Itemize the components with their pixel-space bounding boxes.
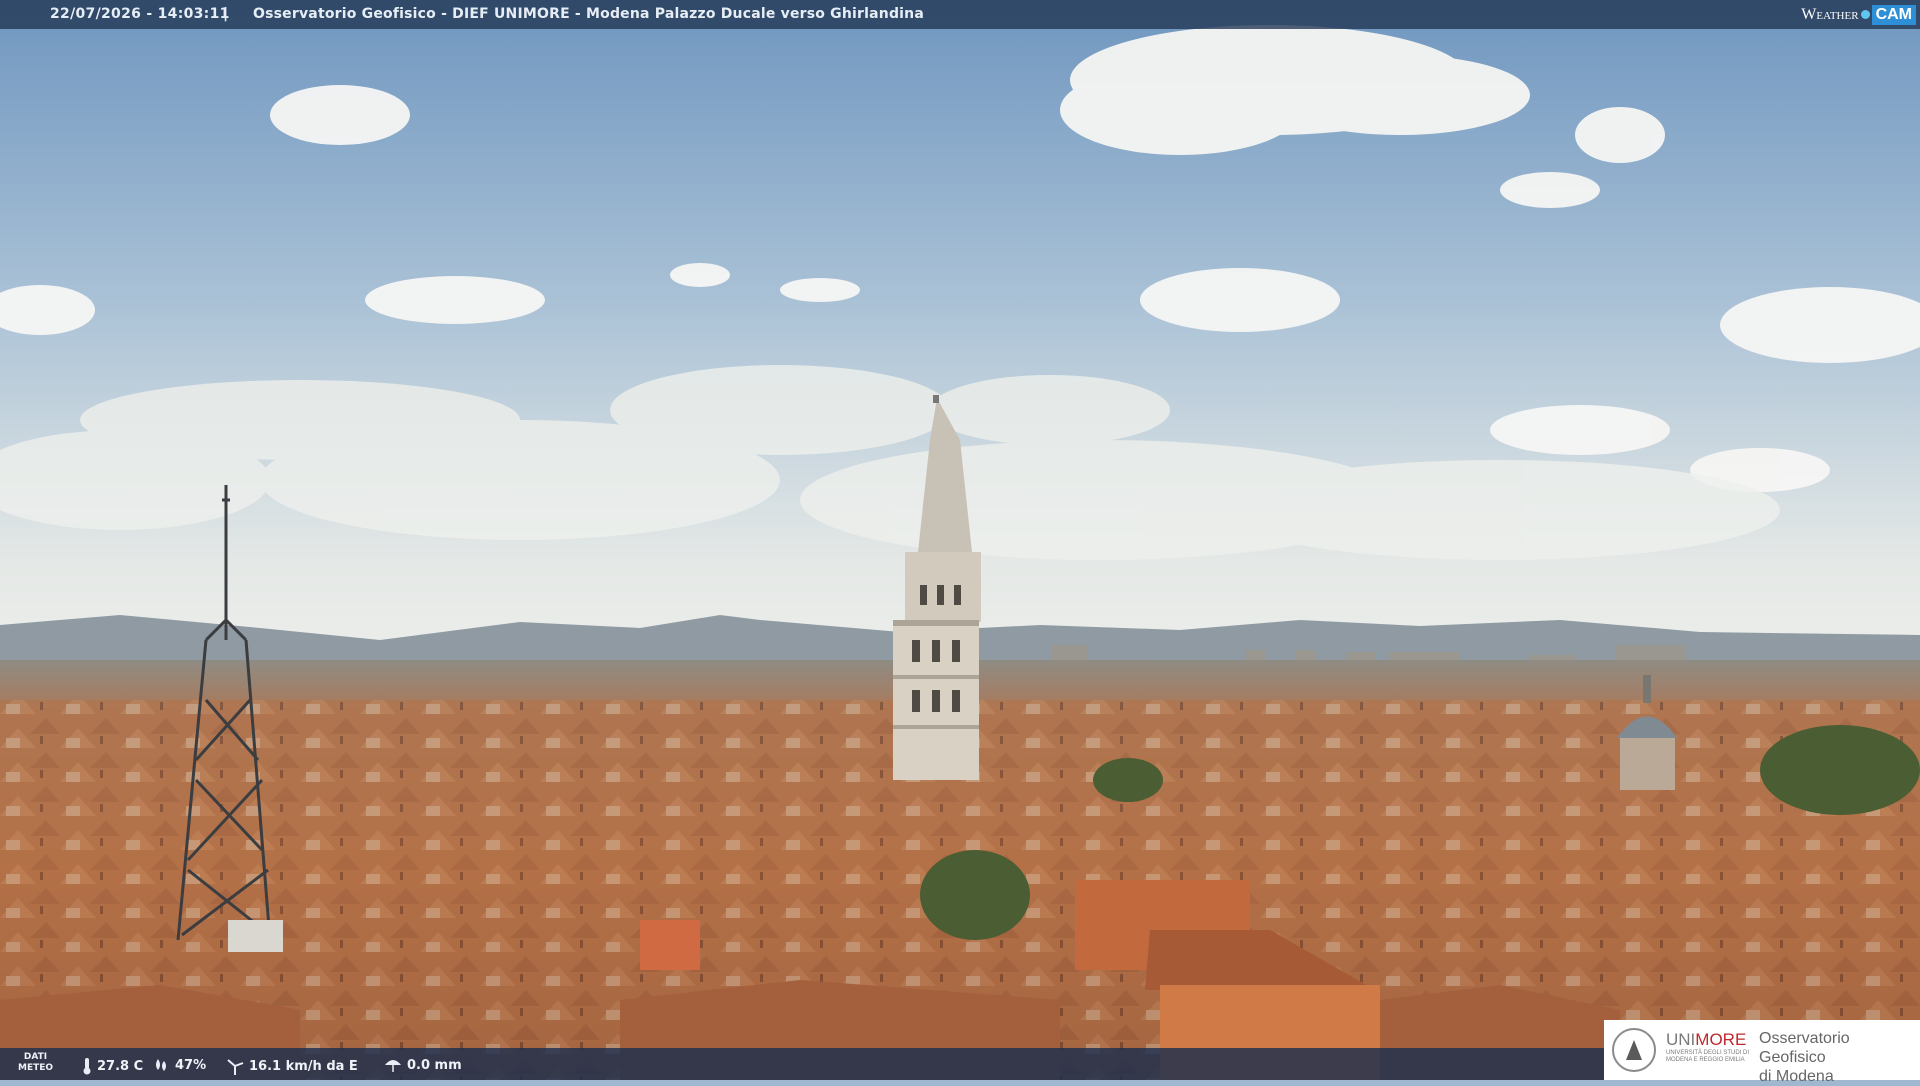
rain-reading: 0.0 mm	[384, 1057, 462, 1073]
top-info-bar: 22/07/2026 - 14:03:11 | Osservatorio Geo…	[0, 0, 1920, 29]
humidity-drops-icon	[156, 1059, 166, 1071]
observatory-name: Osservatorio Geofisico di Modena	[1759, 1030, 1850, 1085]
thermometer-icon	[83, 1058, 91, 1075]
temperature-reading: 27.8 C	[82, 1057, 143, 1075]
timestamp: 22/07/2026 - 14:03:11	[50, 6, 230, 22]
unimore-wordmark: UNIMORE	[1666, 1030, 1747, 1049]
wind-turbine-icon	[227, 1059, 244, 1075]
wind-reading: 16.1 km/h da E	[226, 1057, 358, 1075]
location-title: Osservatorio Geofisico - DIEF UNIMORE - …	[253, 6, 924, 22]
weathercam-logo: Weather CAM	[1801, 0, 1920, 29]
separator: |	[223, 6, 229, 22]
weather-data-label: DATI METEO	[18, 1052, 54, 1073]
university-seal-icon	[1612, 1028, 1656, 1072]
university-name: UNIVERSITÀ DEGLI STUDI DI MODENA E REGGI…	[1666, 1050, 1750, 1063]
sun-icon	[1860, 10, 1870, 19]
humidity-reading: 47%	[152, 1057, 206, 1073]
umbrella-icon	[385, 1060, 401, 1072]
webcam-image	[0, 0, 1920, 1080]
unimore-logo-box: UNIMORE UNIVERSITÀ DEGLI STUDI DI MODENA…	[1604, 1020, 1920, 1085]
